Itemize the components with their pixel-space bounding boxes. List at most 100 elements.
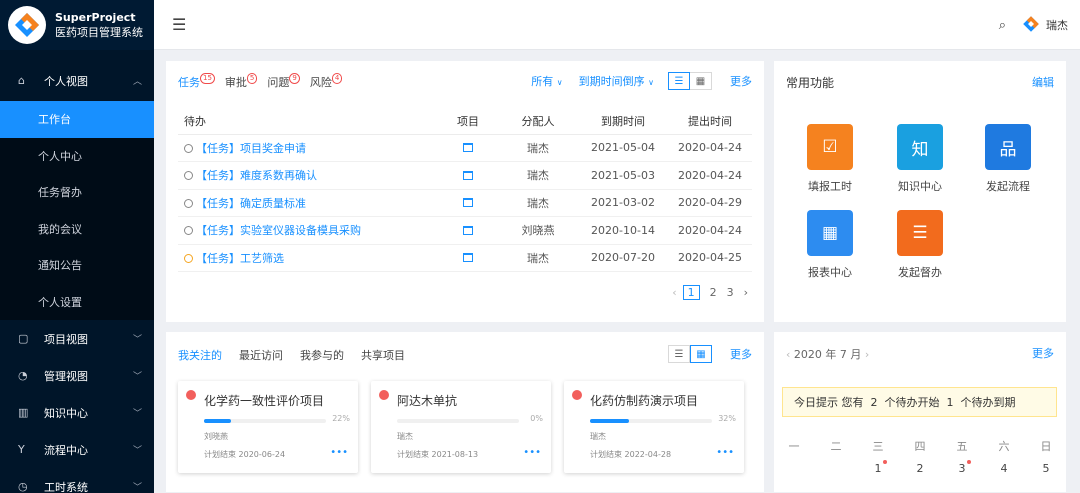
calendar-day[interactable]: 5 [1036,462,1056,475]
table-row[interactable]: 【任务】实验室仪器设备模具采购 刘晓燕 2020-10-14 2020-04-2… [178,216,752,245]
tab-risks[interactable]: 风险 4 [310,73,343,90]
func-start-process[interactable]: 品 发起流程 [975,124,1041,194]
grid-view-icon[interactable]: ▦ [690,72,712,90]
chevron-down-icon: ﹀ [132,335,142,345]
edit-link[interactable]: 编辑 [1032,74,1054,90]
more-icon[interactable]: ••• [523,447,541,458]
more-icon[interactable]: ••• [716,447,734,458]
menu-group-knowledge[interactable]: ▥ 知识中心 ﹀ [0,394,154,431]
calendar-day[interactable]: 1 [868,460,888,475]
status-circle-icon[interactable] [184,198,193,208]
task-link[interactable]: 【任务】项目奖金申请 [196,142,306,155]
list-view-icon[interactable]: ☰ [668,72,690,90]
project-name[interactable]: 化药仿制药演示项目 [590,392,698,409]
due-date: 2020-10-14 [578,216,668,245]
sidebar-item-announcements[interactable]: 通知公告 [0,247,154,284]
chevron-down-icon: ﹀ [132,372,142,382]
project-icon[interactable] [463,170,473,180]
sidebar-item-personal-settings[interactable]: 个人设置 [0,283,154,320]
weekday-label: 二 [830,440,842,453]
filter-all-dropdown[interactable]: 所有 ∨ [531,73,562,89]
tab-participated[interactable]: 我参与的 [300,347,344,363]
status-circle-icon[interactable] [184,226,193,236]
menu-fold-icon[interactable]: ☰ [172,15,186,34]
process-icon: 品 [985,124,1031,170]
user-name[interactable]: 瑞杰 [1046,17,1068,33]
table-row[interactable]: 【任务】确定质量标准 瑞杰 2021-03-02 2020-04-29 [178,189,752,217]
status-circle-icon[interactable] [184,171,193,181]
tab-label: 问题 [267,76,290,89]
project-icon[interactable] [463,253,473,263]
project-name[interactable]: 化学药一致性评价项目 [204,392,324,409]
status-dot [186,390,196,400]
task-link[interactable]: 【任务】难度系数再确认 [196,169,317,182]
column-header: 提出时间 [668,108,752,135]
task-link[interactable]: 【任务】工艺筛选 [196,252,284,265]
menu-group-timesheet[interactable]: ◷ 工时系统 ﹀ [0,468,154,493]
menu-group-personal[interactable]: ⌂ 个人视图 ︿ [0,60,154,101]
func-report-center[interactable]: ▦ 报表中心 [797,210,863,280]
chevron-down-icon: ∨ [648,78,654,87]
tab-recent[interactable]: 最近访问 [239,347,283,363]
tab-tasks[interactable]: 任务 15 [178,73,215,90]
project-icon[interactable] [463,198,473,208]
func-knowledge-center[interactable]: 知 知识中心 [887,124,953,194]
menu-group-process[interactable]: Y 流程中心 ﹀ [0,431,154,468]
project-card[interactable]: 化药仿制药演示项目 32% 瑞杰 计划结束 2022-04-28 ••• [564,381,744,473]
tab-shared[interactable]: 共享项目 [361,347,405,363]
status-circle-icon[interactable] [184,143,193,153]
app-name: SuperProject [55,11,136,24]
projects-more-link[interactable]: 更多 [730,346,752,362]
chevron-left-icon[interactable]: ‹ [786,348,790,361]
start-count: 2 [870,395,878,409]
day-number: 3 [958,462,966,475]
task-link[interactable]: 【任务】确定质量标准 [196,197,306,210]
page-button[interactable]: 1 [682,285,700,300]
status-circle-icon[interactable] [184,253,193,263]
sidebar-item-task-supervision[interactable]: 任务督办 [0,174,154,211]
tab-followed[interactable]: 我关注的 [178,347,222,363]
chevron-left-icon[interactable]: ‹ [672,286,676,299]
calendar-day[interactable]: 3 [952,460,972,475]
app-logo-area[interactable]: SuperProject 医药项目管理系统 [0,0,154,50]
todo-more-link[interactable]: 更多 [730,73,752,89]
project-card[interactable]: 阿达木单抗 0% 瑞杰 计划结束 2021-08-13 ••• [371,381,551,473]
func-fill-timesheet[interactable]: ☑ 填报工时 [797,124,863,194]
due-count: 1 [946,395,954,409]
table-row[interactable]: 【任务】工艺筛选 瑞杰 2020-07-20 2020-04-25 [178,244,752,272]
plan-end-date: 计划结束 2020-06-24 [204,450,286,459]
tab-issues[interactable]: 问题 9 [267,73,300,90]
chevron-right-icon[interactable]: › [865,348,869,361]
avatar[interactable] [1022,15,1040,36]
project-icon[interactable] [463,225,473,235]
calendar-day[interactable]: 2 [910,462,930,475]
column-header: 分配人 [498,108,578,135]
project-card[interactable]: 化学药一致性评价项目 22% 刘晓燕 计划结束 2020-06-24 ••• [178,381,358,473]
chevron-right-icon[interactable]: › [744,286,748,299]
project-name[interactable]: 阿达木单抗 [397,392,457,409]
calendar-more-link[interactable]: 更多 [1032,345,1054,361]
sort-dropdown[interactable]: 到期时间倒序 ∨ [579,73,654,89]
func-start-supervision[interactable]: ☰ 发起督办 [887,210,953,280]
task-link[interactable]: 【任务】实验室仪器设备模具采购 [196,224,361,237]
menu-group-management-view[interactable]: ◔ 管理视图 ﹀ [0,357,154,394]
table-row[interactable]: 【任务】项目奖金申请 瑞杰 2021-05-04 2020-04-24 [178,134,752,162]
more-icon[interactable]: ••• [330,447,348,458]
count-badge: 9 [289,73,300,84]
sidebar-item-workbench[interactable]: 工作台 [0,101,154,138]
list-view-icon[interactable]: ☰ [668,345,690,363]
search-icon[interactable]: ⌕ [999,18,1006,33]
page-button[interactable]: 2 [710,286,717,299]
menu-group-project-view[interactable]: ▢ 项目视图 ﹀ [0,320,154,357]
sidebar-item-label: 个人中心 [38,149,82,163]
calendar-day[interactable]: 4 [994,462,1014,475]
progress-bar [397,419,519,423]
page-button[interactable]: 3 [727,286,734,299]
todo-table: 待办 项目 分配人 到期时间 提出时间 【任务】项目奖金申请 瑞杰 2021-0… [178,108,752,272]
project-icon[interactable] [463,143,473,153]
table-row[interactable]: 【任务】难度系数再确认 瑞杰 2021-05-03 2020-04-24 [178,161,752,190]
sidebar-item-personal-center[interactable]: 个人中心 [0,137,154,174]
grid-view-icon[interactable]: ▦ [690,345,712,363]
tab-approvals[interactable]: 审批 5 [225,73,258,90]
sidebar-item-my-meetings[interactable]: 我的会议 [0,210,154,247]
